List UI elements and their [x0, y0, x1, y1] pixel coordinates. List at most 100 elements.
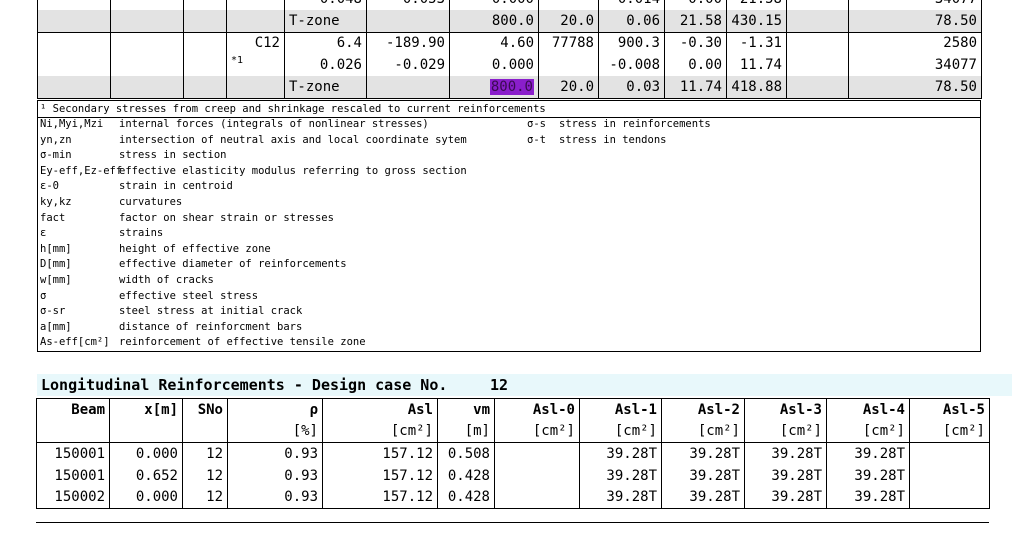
legend-key: ky,kz	[40, 196, 72, 208]
table-cell: 77788	[538, 31, 599, 54]
table-body: 150001 0.000 12 0.93 157.12 0.508 39.28T 39.28T…	[36, 442, 990, 509]
table-cell	[786, 0, 849, 10]
table-units-row: [%] [cm²] [m] [cm²] [cm²] [cm²] [cm²] [cm²] [cm²…	[36, 420, 990, 443]
table-cell	[37, 76, 111, 99]
table-cell: 157.12	[322, 486, 438, 509]
table-cell: 900.3	[598, 31, 665, 54]
table-cell: 11.74	[664, 76, 727, 99]
legend-item: ky,kz curvatures	[38, 195, 980, 211]
table-cell	[786, 10, 849, 32]
legend-description: effective elasticity modulus referring t…	[119, 164, 467, 177]
column-header: SNo	[182, 398, 228, 421]
table-cell: 34077	[848, 54, 982, 76]
column-header: Asl	[322, 398, 438, 421]
column-unit: [cm²]	[909, 420, 990, 443]
table-cell: 39.28T	[744, 464, 827, 487]
bottom-divider	[36, 522, 989, 523]
column-header: vm	[437, 398, 495, 421]
column-unit: [cm²]	[744, 420, 827, 443]
table-cell: 0.00	[664, 54, 727, 76]
legend-box: ¹ Secondary stresses from creep and shri…	[37, 100, 981, 352]
column-unit: [m]	[437, 420, 495, 443]
column-header: Asl-0	[494, 398, 580, 421]
table-cell: 800.0	[449, 10, 539, 32]
column-unit: [cm²]	[826, 420, 910, 443]
legend-description: factor on shear strain or stresses	[119, 211, 334, 224]
table-cell	[110, 0, 184, 10]
table-cell: 39.28T	[661, 442, 745, 465]
stress-table-container: *10.048-0.0530.000-0.0140.0021.5834077T-…	[37, 0, 982, 99]
legend-key: As-eff[cm²]	[40, 336, 110, 349]
table-cell	[37, 0, 111, 10]
legend-description: reinforcement of effective tensile zone	[119, 336, 366, 349]
table-cell: 0.000	[109, 442, 183, 465]
legend-item: ε-0 strain in centroid	[38, 179, 980, 195]
legend-key: Ni,Myi,Mzi	[40, 118, 104, 130]
table-cell: -0.30	[664, 31, 727, 54]
table-cell: 39.28T	[579, 486, 662, 509]
legend-item: h[mm] height of effective zone	[38, 242, 980, 258]
table-cell: -0.029	[366, 54, 450, 76]
table-cell: -0.008	[598, 54, 665, 76]
table-cell: 11.74	[726, 54, 787, 76]
table-cell	[538, 0, 599, 10]
table-row: 150002 0.000 12 0.93 157.12 0.428 39.28T 39.28T…	[36, 486, 990, 509]
table-cell	[183, 31, 227, 54]
table-cell	[183, 54, 227, 76]
table-cell: 0.000	[449, 54, 539, 76]
table-cell: 21.58	[726, 0, 787, 10]
table-cell: T-zone	[284, 10, 367, 32]
table-cell: T-zone	[284, 76, 367, 99]
table-cell	[494, 464, 580, 487]
table-row: *1 0.026 -0.029 0.000 -0.008 0.00 11.74 34077	[37, 54, 982, 76]
table-row: T-zone 800.0 20.0 0.03 11.74 418.88 78.50	[37, 76, 982, 99]
table-cell	[37, 54, 111, 76]
table-cell: 39.28T	[744, 442, 827, 465]
legend-key: Ey-eff,Ez-eff	[40, 164, 123, 177]
table-cell: 2580	[848, 31, 982, 54]
table-cell: 0.00	[664, 0, 727, 10]
legend-key: σ-sr	[40, 305, 66, 318]
longitudinal-reinforcement-table: Beam x[m] SNo ρ Asl vm Asl-0 Asl-1 Asl-2 Asl-3 Asl…	[36, 398, 990, 509]
table-cell: 0.428	[437, 464, 495, 487]
legend-key: yn,zn	[40, 133, 72, 146]
column-header: Asl-5	[909, 398, 990, 421]
legend-key: a[mm]	[40, 320, 72, 333]
legend-item: w[mm] width of cracks	[38, 273, 980, 289]
column-unit: [cm²]	[579, 420, 662, 443]
table-row: 150001 0.000 12 0.93 157.12 0.508 39.28T 39.28T…	[36, 442, 990, 465]
legend-key: h[mm]	[40, 242, 72, 255]
table-cell	[909, 464, 990, 487]
legend-item: D[mm] effective diameter of reinforcement…	[38, 257, 980, 273]
legend-description: curvatures	[119, 196, 183, 208]
stress-table-body: *10.048-0.0530.000-0.0140.0021.5834077T-…	[37, 0, 982, 99]
legend-description: strain in centroid	[119, 180, 233, 193]
table-cell: *1	[226, 54, 285, 76]
table-cell	[226, 10, 285, 32]
table-cell: 39.28T	[744, 486, 827, 509]
legend-description: stress in tendons	[559, 133, 667, 146]
table-cell: 0.93	[227, 464, 323, 487]
legend-item: σ-sr steel stress at initial crack	[38, 304, 980, 320]
table-cell: 39.28T	[661, 464, 745, 487]
table-cell: 39.28T	[579, 442, 662, 465]
column-header: Beam	[36, 398, 110, 421]
table-cell: 39.28T	[826, 486, 910, 509]
table-cell	[37, 10, 111, 32]
legend-item: fact factor on shear strain or stresses	[38, 211, 980, 227]
column-header: Asl-2	[661, 398, 745, 421]
table-cell: 150001	[36, 464, 110, 487]
table-cell: -0.014	[598, 0, 665, 10]
column-header: Asl-1	[579, 398, 662, 421]
legend-description: effective steel stress	[119, 289, 259, 302]
legend-description: height of effective zone	[119, 242, 271, 255]
legend-description: distance of reinforcment bars	[119, 320, 303, 333]
table-cell	[183, 76, 227, 99]
table-cell: 0.508	[437, 442, 495, 465]
table-cell	[494, 486, 580, 509]
table-cell: 12	[182, 486, 228, 509]
legend-description: strains	[119, 227, 164, 240]
legend-description: effective diameter of reinforcements	[119, 258, 347, 271]
table-cell: 0.048	[284, 0, 367, 10]
column-unit: [cm²]	[494, 420, 580, 443]
